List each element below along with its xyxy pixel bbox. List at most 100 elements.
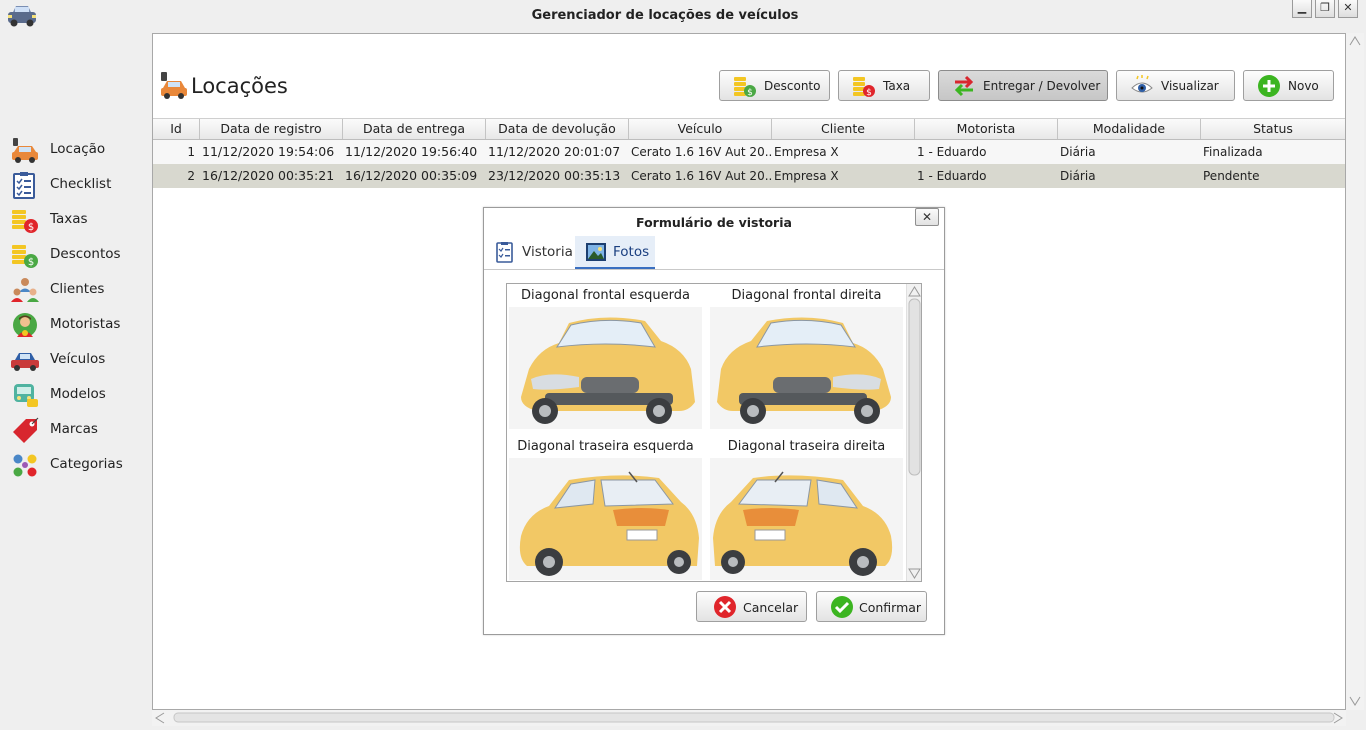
cell-veiculo: Cerato 1.6 16V Aut 20... bbox=[631, 145, 772, 159]
checklist-icon bbox=[13, 172, 35, 199]
sidebar-item-locacao[interactable]: Locação bbox=[0, 132, 152, 167]
photo-caption: Diagonal traseira esquerda bbox=[517, 439, 694, 454]
sidebar-item-label: Categorias bbox=[50, 456, 123, 472]
sidebar-item-label: Locação bbox=[50, 141, 106, 157]
driver-icon bbox=[13, 313, 37, 337]
coins-discount-icon: $ bbox=[734, 77, 756, 98]
add-icon bbox=[1258, 75, 1280, 97]
column-header-status[interactable]: Status bbox=[1201, 119, 1345, 139]
confirm-button-label: Confirmar bbox=[859, 600, 922, 615]
cancel-button-label: Cancelar bbox=[743, 600, 799, 615]
sidebar-item-motoristas[interactable]: Motoristas bbox=[0, 307, 152, 342]
confirm-button[interactable]: Confirmar bbox=[816, 591, 927, 622]
tab-label: Fotos bbox=[613, 244, 650, 260]
sidebar-item-clientes[interactable]: Clientes bbox=[0, 272, 152, 307]
new-button[interactable]: Novo bbox=[1243, 70, 1334, 101]
sidebar-item-modelos[interactable]: Modelos bbox=[0, 377, 152, 412]
sidebar-item-categorias[interactable]: Categorias bbox=[0, 447, 152, 482]
svg-text:$: $ bbox=[866, 88, 872, 98]
scroll-track-icon bbox=[155, 712, 1343, 724]
photo-caption: Diagonal frontal esquerda bbox=[521, 288, 690, 303]
tab-fotos[interactable]: Fotos bbox=[575, 236, 655, 269]
minimize-icon: ▁ bbox=[1297, 1, 1307, 14]
table-row[interactable]: 1 11/12/2020 19:54:06 11/12/2020 19:56:4… bbox=[153, 140, 1345, 164]
sidebar-item-label: Taxas bbox=[50, 211, 88, 227]
sidebar-item-label: Marcas bbox=[50, 421, 98, 437]
sidebar-item-label: Motoristas bbox=[50, 316, 121, 332]
coins-fee-icon: $ bbox=[12, 210, 38, 233]
close-window-button[interactable]: ✕ bbox=[1338, 0, 1358, 18]
page-title: Locações bbox=[191, 74, 288, 98]
view-button[interactable]: Visualizar bbox=[1116, 70, 1235, 101]
sidebar-item-checklist[interactable]: Checklist bbox=[0, 167, 152, 202]
checklist-icon bbox=[496, 242, 513, 263]
photo-rear-right[interactable]: Diagonal traseira direita bbox=[709, 436, 904, 581]
deliver-return-button[interactable]: Entregar / Devolver bbox=[938, 70, 1108, 101]
column-header-devolucao[interactable]: Data de devolução bbox=[486, 119, 629, 139]
cell-cliente: Empresa X bbox=[774, 145, 839, 159]
sidebar-item-label: Checklist bbox=[50, 176, 112, 192]
column-header-entrega[interactable]: Data de entrega bbox=[343, 119, 486, 139]
minimize-button[interactable]: ▁ bbox=[1292, 0, 1312, 18]
coins-fee-icon: $ bbox=[853, 77, 875, 98]
cell-modalidade: Diária bbox=[1060, 145, 1096, 159]
restore-button[interactable]: ❐ bbox=[1315, 0, 1335, 18]
cell-veiculo: Cerato 1.6 16V Aut 20... bbox=[631, 169, 772, 183]
sidebar-item-label: Veículos bbox=[50, 351, 106, 367]
sidebar-item-label: Modelos bbox=[50, 386, 106, 402]
svg-text:$: $ bbox=[28, 222, 34, 233]
photo-grid-scrollbar[interactable] bbox=[906, 284, 921, 581]
photo-front-right[interactable]: Diagonal frontal direita bbox=[709, 285, 904, 431]
swap-arrows-icon bbox=[954, 75, 974, 97]
cell-devolucao: 23/12/2020 00:35:13 bbox=[488, 168, 621, 183]
column-header-id[interactable]: Id bbox=[153, 119, 200, 139]
horizontal-scrollbar[interactable] bbox=[152, 710, 1346, 726]
inspection-dialog: Formulário de vistoria ✕ Vistoria Fotos … bbox=[483, 207, 945, 635]
table-row[interactable]: 2 16/12/2020 00:35:21 16/12/2020 00:35:0… bbox=[153, 164, 1345, 188]
sidebar-item-marcas[interactable]: Marcas bbox=[0, 412, 152, 447]
sidebar-item-veiculos[interactable]: Veículos bbox=[0, 342, 152, 377]
car-rear-left-image bbox=[509, 458, 702, 580]
cell-entrega: 11/12/2020 19:56:40 bbox=[345, 144, 478, 159]
discount-button-label: Desconto bbox=[764, 79, 821, 93]
cell-modalidade: Diária bbox=[1060, 169, 1096, 183]
photo-grid: Diagonal frontal esquerda Diagonal front… bbox=[506, 283, 922, 582]
dialog-close-button[interactable]: ✕ bbox=[915, 208, 939, 226]
car-rental-icon bbox=[161, 72, 187, 99]
coins-discount-icon: $ bbox=[12, 245, 38, 268]
cell-cliente: Empresa X bbox=[774, 169, 839, 183]
column-header-cliente[interactable]: Cliente bbox=[772, 119, 915, 139]
scroll-arrows-icon bbox=[1349, 36, 1361, 706]
photo-icon bbox=[586, 243, 606, 261]
cell-id: 1 bbox=[187, 145, 195, 159]
sidebar-item-descontos[interactable]: $ Descontos bbox=[0, 237, 152, 272]
dialog-title: Formulário de vistoria bbox=[636, 215, 792, 230]
cell-motorista: 1 - Eduardo bbox=[917, 169, 987, 183]
sidebar-item-taxas[interactable]: $ Taxas bbox=[0, 202, 152, 237]
vertical-scrollbar[interactable] bbox=[1346, 33, 1364, 710]
column-header-modalidade[interactable]: Modalidade bbox=[1058, 119, 1201, 139]
cell-status: Pendente bbox=[1203, 169, 1260, 183]
photo-front-left[interactable]: Diagonal frontal esquerda bbox=[508, 285, 703, 431]
title-bar: Gerenciador de locações de veículos ▁ ❐ … bbox=[0, 0, 1366, 32]
car-front-right-image bbox=[710, 307, 903, 429]
car-front-left-image bbox=[509, 307, 702, 429]
cell-registro: 11/12/2020 19:54:06 bbox=[202, 144, 335, 159]
fee-button[interactable]: $ Taxa bbox=[838, 70, 930, 101]
column-header-veiculo[interactable]: Veículo bbox=[629, 119, 772, 139]
car-rear-right-image bbox=[710, 458, 903, 580]
photo-caption: Diagonal traseira direita bbox=[727, 439, 886, 454]
restore-icon: ❐ bbox=[1320, 1, 1330, 14]
car-model-icon bbox=[14, 384, 38, 407]
tab-vistoria[interactable]: Vistoria bbox=[484, 236, 575, 269]
confirm-icon bbox=[831, 596, 853, 618]
cell-entrega: 16/12/2020 00:35:09 bbox=[345, 168, 478, 183]
cell-devolucao: 11/12/2020 20:01:07 bbox=[488, 144, 621, 159]
column-header-registro[interactable]: Data de registro bbox=[200, 119, 343, 139]
sidebar-item-label: Clientes bbox=[50, 281, 105, 297]
eye-icon bbox=[1131, 75, 1153, 93]
discount-button[interactable]: $ Desconto bbox=[719, 70, 830, 101]
column-header-motorista[interactable]: Motorista bbox=[915, 119, 1058, 139]
cancel-button[interactable]: Cancelar bbox=[696, 591, 807, 622]
photo-rear-left[interactable]: Diagonal traseira esquerda bbox=[508, 436, 703, 581]
